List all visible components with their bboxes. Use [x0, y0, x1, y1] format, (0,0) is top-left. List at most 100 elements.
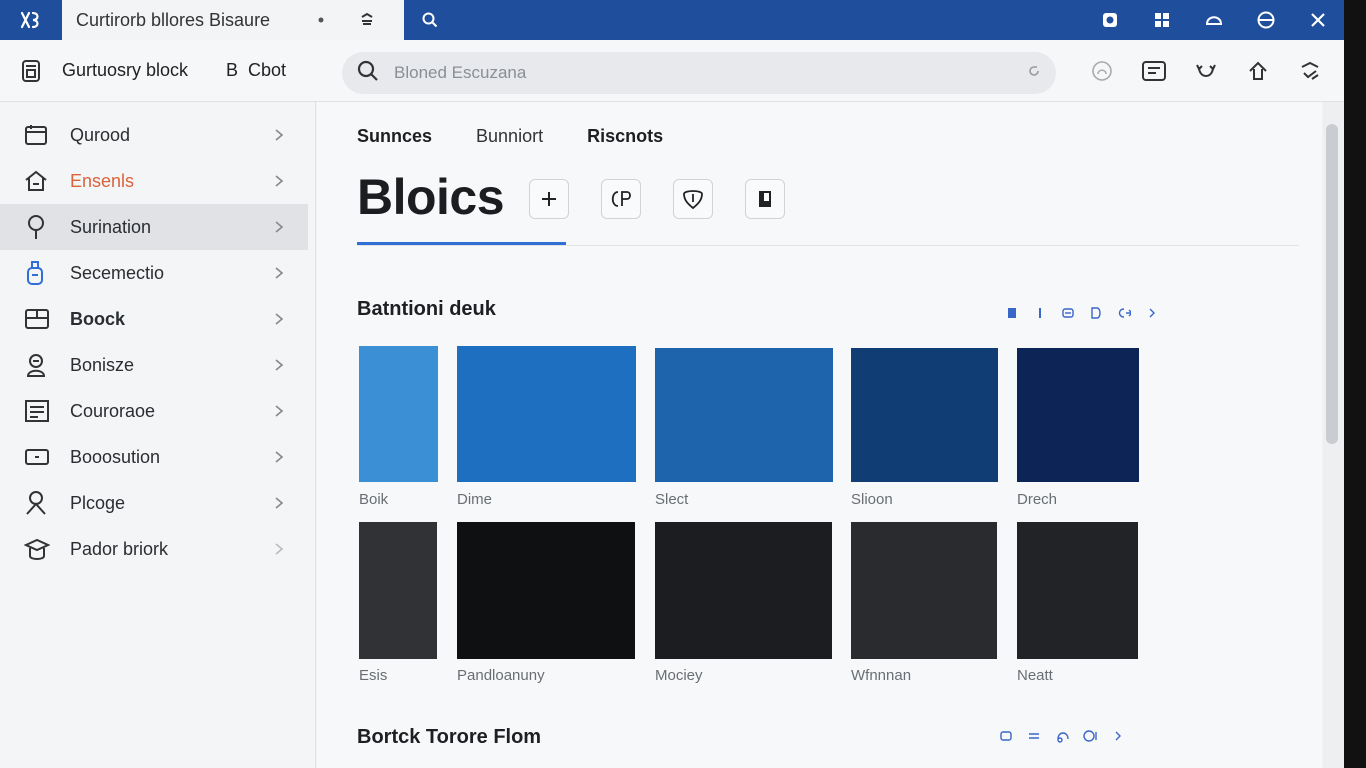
sidebar-item-label: Plcoge [70, 492, 126, 513]
close-icon[interactable] [1292, 0, 1344, 40]
cap-icon [24, 536, 54, 562]
page-title: Bloics [357, 169, 505, 225]
link-icon[interactable] [1117, 306, 1131, 320]
search-bar[interactable] [342, 52, 1056, 94]
swatch-label: Mociey [655, 667, 703, 684]
doc-icon[interactable] [999, 729, 1013, 743]
sidebar-item-plcoge[interactable]: Plcoge [0, 480, 308, 526]
swatch-label: Drech [1017, 491, 1058, 508]
color-swatch[interactable] [655, 348, 833, 482]
copy-icon[interactable] [601, 179, 641, 219]
chevron-right-icon [272, 496, 286, 510]
globe-icon[interactable] [1240, 0, 1292, 40]
bookmark-icon[interactable] [745, 179, 785, 219]
app-logo-icon[interactable] [0, 0, 62, 40]
sidebar-item-label: Qurood [70, 124, 131, 145]
calendar-icon [24, 124, 54, 146]
refresh-icon[interactable] [1180, 59, 1232, 83]
bold-button[interactable]: B [226, 60, 238, 81]
layers-icon[interactable] [1061, 306, 1075, 320]
swatch-label: Pandloanuny [457, 667, 545, 684]
sidebar-item-qurood[interactable]: Qurood [0, 112, 308, 158]
main-content: Sunnces Bunniort Riscnots Bloics Batntio… [317, 102, 1322, 768]
sidebar-item-surination[interactable]: Surination [0, 204, 308, 250]
search-icon[interactable] [404, 0, 456, 40]
sliders-icon[interactable] [1027, 729, 1041, 743]
chevron-right-icon [272, 266, 286, 280]
tab-bunniort[interactable]: Bunniort [476, 126, 543, 147]
help-icon[interactable] [1076, 60, 1128, 82]
color-swatch[interactable] [359, 346, 438, 482]
settings-icon[interactable] [1284, 59, 1336, 83]
printer-icon[interactable] [0, 58, 62, 84]
color-swatch[interactable] [655, 522, 832, 659]
color-swatch[interactable] [359, 522, 437, 659]
search-input[interactable] [394, 63, 1026, 83]
sidebar-item-label: Booosution [70, 446, 161, 467]
sidebar-item-couroraoe[interactable]: Couroraoe [0, 388, 308, 434]
circle-icon[interactable] [1083, 729, 1097, 743]
restore-icon[interactable] [344, 12, 390, 28]
swatch-label: Slect [655, 491, 689, 508]
color-swatch[interactable] [1017, 348, 1139, 482]
message-icon[interactable] [1128, 60, 1180, 82]
section-title: Batntioni deuk [357, 298, 496, 320]
swatch-label: Wfnnnan [851, 667, 912, 684]
shield-icon[interactable] [673, 179, 713, 219]
house-icon [24, 169, 54, 193]
title-actions [529, 179, 785, 219]
doc-icon[interactable] [1005, 306, 1019, 320]
toolbar-actions [1076, 40, 1336, 102]
title-bar: Curtirorb bllores Bisaure [0, 0, 1344, 40]
sidebar-item-label: Secemectio [70, 262, 165, 283]
sidebar-item-bonisze[interactable]: Bonisze [0, 342, 308, 388]
user-icon [24, 490, 54, 516]
color-swatch[interactable] [457, 346, 636, 482]
scrollbar-thumb[interactable] [1326, 124, 1338, 444]
swatch-label: Dime [457, 491, 493, 508]
search-icon [356, 59, 380, 88]
color-swatch[interactable] [851, 348, 998, 482]
swatch-label: Slioon [851, 491, 893, 508]
sidebar-item-booosution[interactable]: Booosution [0, 434, 308, 480]
tab-riscnots[interactable]: Riscnots [587, 126, 663, 147]
screen-edge [1344, 0, 1366, 768]
minimize-icon[interactable] [1188, 0, 1240, 40]
sidebar-item-pador-briork[interactable]: Pador briork [0, 526, 308, 572]
pin-icon [24, 214, 54, 240]
title-spacer [456, 0, 1084, 40]
bar-icon[interactable] [1033, 306, 1047, 320]
record-icon[interactable] [1084, 0, 1136, 40]
tab-title: Curtirorb bllores Bisaure [76, 9, 271, 30]
sidebar-item-secemectio[interactable]: Secemectio [0, 250, 308, 296]
swatch-label: Boik [359, 491, 389, 508]
chevron-right-icon [272, 450, 286, 464]
active-tab[interactable]: Curtirorb bllores Bisaure [62, 0, 404, 40]
chevron-right-icon[interactable] [1111, 729, 1125, 743]
color-swatch[interactable] [457, 522, 635, 659]
swatch-label: Neatt [1017, 667, 1053, 684]
grid-icon[interactable] [1136, 0, 1188, 40]
chevron-right-icon[interactable] [1145, 306, 1159, 320]
chevron-right-icon [272, 312, 286, 326]
content-tabs: Sunnces Bunniort Riscnots [357, 126, 707, 147]
chat-button[interactable]: Cbot [248, 60, 328, 81]
app-name: Gurtuosry block [62, 60, 189, 80]
home-icon[interactable] [1232, 60, 1284, 82]
plus-icon[interactable] [529, 179, 569, 219]
sidebar-item-label: Couroraoe [70, 400, 156, 421]
dot-icon[interactable] [298, 16, 344, 24]
sidebar: Qurood Ensenls Surination Secemectio Boo… [0, 102, 316, 768]
sidebar-item-ensenls[interactable]: Ensenls [0, 158, 308, 204]
doc-icon[interactable] [1089, 306, 1103, 320]
chevron-right-icon [272, 404, 286, 418]
sidebar-item-label: Ensenls [70, 170, 135, 191]
tab-sunnces[interactable]: Sunnces [357, 126, 432, 147]
person-icon [24, 352, 54, 378]
color-swatch[interactable] [851, 522, 997, 659]
color-swatch[interactable] [1017, 522, 1138, 659]
section-title: Bortck Torore Flom [357, 726, 542, 748]
clear-search-icon[interactable] [1026, 63, 1042, 84]
refresh-icon[interactable] [1055, 729, 1069, 743]
sidebar-item-boock[interactable]: Boock [0, 296, 308, 342]
